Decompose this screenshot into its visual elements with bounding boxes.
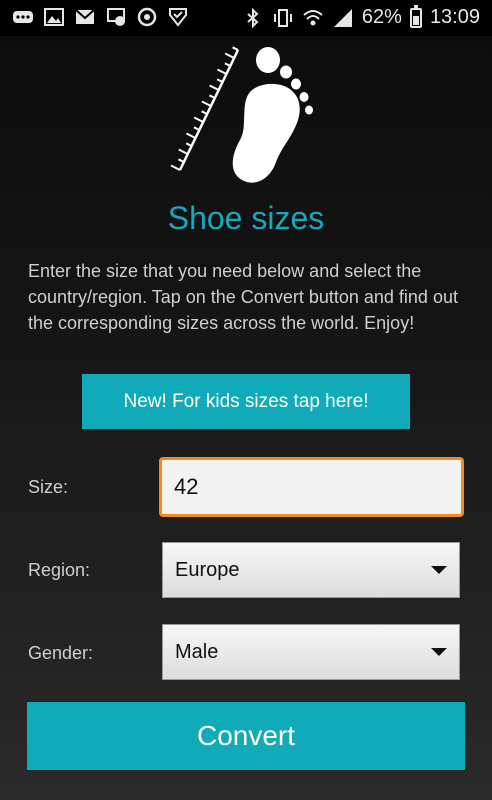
dropdown-arrow-icon	[431, 566, 447, 574]
vibrate-icon	[272, 7, 294, 29]
ruler-tick	[201, 100, 212, 107]
kids-sizes-button[interactable]: New! For kids sizes tap here!	[82, 374, 410, 429]
ruler-tick	[224, 62, 231, 67]
ruler-tick	[201, 110, 208, 115]
intro-text: Enter the size that you need below and s…	[28, 261, 458, 333]
size-value: 42	[174, 474, 199, 499]
sync-icon	[136, 6, 158, 28]
page-title: Shoe sizes	[167, 200, 325, 236]
gender-value: Male	[175, 640, 219, 663]
foot-ruler-icon	[170, 46, 313, 183]
ruler-tick	[232, 46, 239, 51]
clock: 13:09	[429, 6, 480, 28]
signal-icon	[332, 7, 354, 29]
ruler-tick	[185, 142, 193, 147]
cast-icon	[105, 6, 127, 28]
gender-label: Gender:	[28, 643, 94, 663]
region-value: Europe	[175, 558, 240, 581]
gender-select[interactable]: Male	[162, 624, 460, 680]
wifi-icon	[302, 7, 324, 29]
more-icon	[12, 6, 34, 28]
checkin-icon	[167, 6, 189, 28]
region-label: Region:	[28, 560, 91, 580]
ruler-tick	[216, 78, 223, 83]
ruler-tick	[209, 84, 220, 91]
gmail-icon	[74, 6, 96, 28]
ruler-tick	[186, 132, 196, 139]
ruler-tick	[208, 94, 216, 99]
dropdown-arrow-icon	[431, 648, 447, 656]
bluetooth-icon	[242, 7, 264, 29]
ruler-tick	[178, 158, 185, 163]
ruler-tick	[216, 68, 227, 75]
gallery-icon	[43, 6, 65, 28]
battery-icon	[409, 4, 422, 28]
status-bar: 62% 13:09	[0, 0, 492, 36]
ruler-tick	[170, 164, 181, 171]
ruler-tick	[178, 148, 189, 155]
size-input[interactable]: 42	[159, 457, 464, 517]
ruler-tick	[193, 126, 200, 131]
size-label: Size:	[28, 477, 69, 497]
battery-percent: 62%	[361, 6, 402, 28]
ruler-tick	[193, 116, 204, 123]
ruler-tick	[224, 52, 235, 59]
region-select[interactable]: Europe	[162, 542, 460, 598]
convert-button[interactable]: Convert	[27, 702, 465, 770]
